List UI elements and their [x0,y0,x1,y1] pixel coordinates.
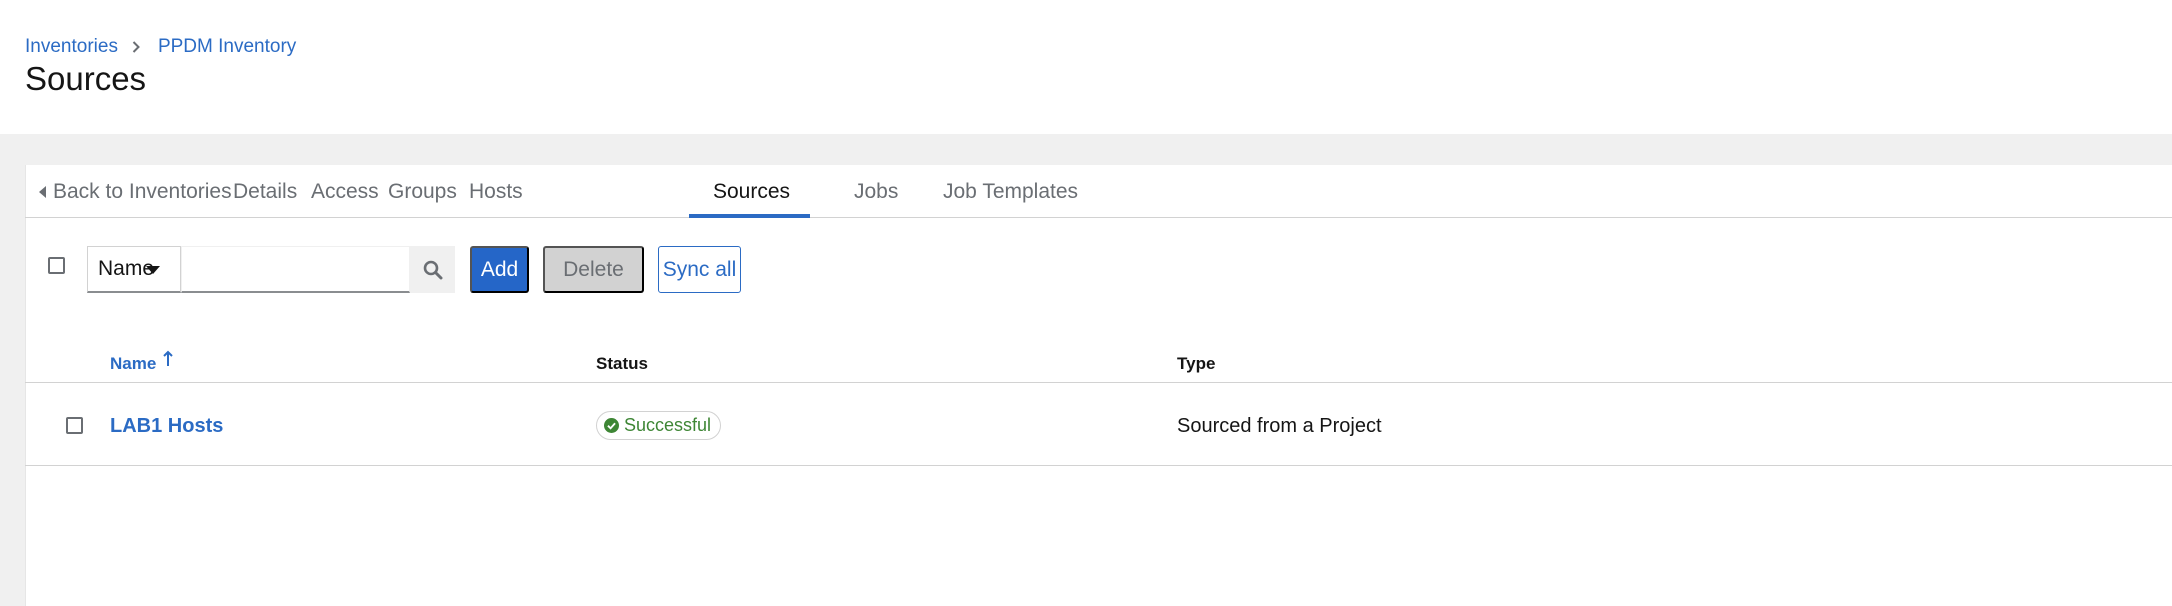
sort-ascending-icon[interactable] [161,350,175,373]
tab-label: Back to Inventories [53,179,232,203]
select-all-checkbox[interactable] [48,257,65,274]
breadcrumb-ppdm-inventory[interactable]: PPDM Inventory [158,36,296,58]
tab-bar: Back to Inventories Details Access Group… [25,165,2172,218]
delete-button[interactable]: Delete [543,246,644,293]
search-icon [423,260,442,279]
caret-down-icon [146,266,160,274]
add-button[interactable]: Add [470,246,529,293]
column-header-type: Type [1177,354,1216,373]
page-header: Inventories PPDM Inventory Sources [0,0,2172,134]
tab-label: Job Templates [943,179,1079,203]
tab-jobs[interactable]: Jobs [854,165,898,218]
source-name-link[interactable]: LAB1 Hosts [110,415,223,438]
status-badge[interactable]: Successful [596,411,722,440]
status-text: Successful [624,415,712,435]
row-checkbox[interactable] [66,417,83,434]
sync-all-button[interactable]: Sync all [658,246,741,293]
page-title: Sources [25,60,147,97]
tab-label: Groups [388,179,457,203]
sources-card: Back to Inventories Details Access Group… [25,165,2172,606]
column-header-name[interactable]: Name [110,354,156,374]
tab-label: Access [311,179,379,203]
tab-label: Jobs [854,179,899,203]
chevron-right-icon [132,41,140,53]
tab-groups[interactable]: Groups [388,165,457,218]
active-tab-indicator [689,214,810,218]
search-button[interactable] [410,246,455,293]
check-circle-icon [604,418,619,433]
breadcrumb: Inventories PPDM Inventory [25,36,296,58]
tab-access[interactable]: Access [311,165,379,218]
tab-label: Hosts [469,179,523,203]
tab-hosts[interactable]: Hosts [469,165,523,218]
tab-sources[interactable]: Sources [713,165,790,218]
column-header-status: Status [596,354,648,373]
tab-label: Details [233,179,298,203]
breadcrumb-inventories[interactable]: Inventories [25,36,118,58]
caret-left-icon [39,185,46,198]
search-input[interactable] [181,246,410,293]
tab-details[interactable]: Details [233,165,297,218]
table-row: LAB1 Hosts Successful Sourced from a Pro… [25,384,2172,466]
tab-label: Sources [713,179,791,203]
tab-job-templates[interactable]: Job Templates [943,165,1078,218]
tab-back-to-inventories[interactable]: Back to Inventories [39,165,232,218]
source-type: Sourced from a Project [1177,415,1382,437]
table-header: Name Status Type [25,328,2172,383]
filter-attribute-select[interactable]: Name [87,246,181,293]
